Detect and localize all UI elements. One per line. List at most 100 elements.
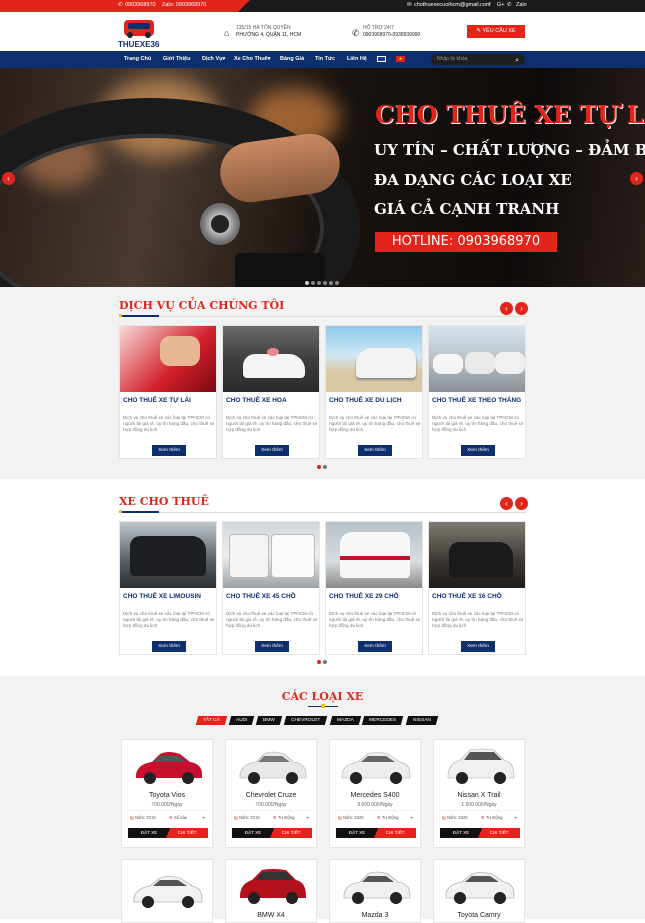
nav-about[interactable]: Giới Thiệu: [163, 56, 190, 62]
banner-line3: ĐA DẠNG CÁC LOẠI XE: [374, 171, 572, 189]
car-name[interactable]: Mazda 3: [330, 912, 420, 919]
book-car-button[interactable]: ĐẶT XE: [128, 828, 170, 838]
car-name[interactable]: Toyota Vios: [122, 792, 212, 799]
hotline-banner[interactable]: HOTLINE: 0903968970: [375, 232, 557, 252]
tab-bmw[interactable]: BMW: [256, 716, 283, 725]
support-label: HỖ TRỢ 24/7: [363, 25, 394, 31]
car-image: [341, 752, 411, 784]
read-more-button[interactable]: Xem thêm: [255, 445, 289, 456]
service-desc: Dịch vụ cho thuê xe các loại tại TPHCM c…: [432, 415, 524, 432]
top-email[interactable]: chothuexecuoihcm@gmail.com: [414, 2, 491, 8]
banner-prev-button[interactable]: ‹: [2, 172, 15, 185]
nav-pricing[interactable]: Bảng Giá: [280, 56, 304, 62]
service-card[interactable]: CHO THUÊ XE DU LỊCH Dịch vụ cho thuê xe …: [325, 325, 423, 459]
car-name[interactable]: Mercedes S400: [330, 792, 420, 799]
car-card[interactable]: Chevrolet Cruze 700.000/Ngày ▤ Năm: 2019…: [225, 739, 317, 848]
rental-title[interactable]: CHO THUÊ XE 45 CHỖ: [226, 593, 296, 600]
read-more-button[interactable]: Xem thêm: [255, 641, 289, 652]
request-car-button[interactable]: ✎ YÊU CẦU XE: [467, 25, 525, 38]
read-more-button[interactable]: Xem thêm: [358, 641, 392, 652]
car-name[interactable]: Toyota Camry: [434, 912, 524, 919]
rentals-title: XE CHO THUÊ: [119, 495, 209, 508]
car-card[interactable]: Toyota Vios 700.000/Ngày ▤ Năm: 2019 ⚙ S…: [121, 739, 213, 848]
banner-next-button[interactable]: ›: [630, 172, 643, 185]
tab-all[interactable]: TẤT CẢ: [195, 716, 228, 725]
rental-title[interactable]: CHO THUÊ XE LIMOUSIN: [123, 593, 201, 600]
calendar-icon: ▤: [130, 815, 134, 820]
read-more-button[interactable]: Xem thêm: [461, 445, 495, 456]
tab-mercedes[interactable]: MERCEDES: [362, 716, 404, 725]
tab-audi[interactable]: AUDI: [228, 716, 255, 725]
banner-dots[interactable]: [305, 281, 339, 285]
search-input[interactable]: Nhập từ khóa ⌕: [431, 54, 525, 65]
rentals-prev-button[interactable]: ‹: [500, 497, 513, 510]
car-card[interactable]: Nissan X Trail 1.500.000/Ngày ▤ Năm: 202…: [433, 739, 525, 848]
rental-title[interactable]: CHO THUÊ XE 29 CHỖ: [329, 593, 399, 600]
google-plus-icon[interactable]: G+: [497, 2, 505, 8]
car-detail-button[interactable]: CHI TIẾT: [166, 828, 208, 838]
car-card[interactable]: BMW X4: [225, 859, 317, 923]
top-zalo[interactable]: Zalo: 0903968970: [162, 2, 206, 8]
car-card[interactable]: Mercedes S400 9.000.000/Ngày ▤ Năm: 2020…: [329, 739, 421, 848]
service-card[interactable]: CHO THUÊ XE THEO THÁNG Dịch vụ cho thuê …: [428, 325, 526, 459]
tab-chevrolet[interactable]: CHEVROLET: [283, 716, 328, 725]
top-phone[interactable]: 0903968970: [125, 2, 156, 8]
logo-text: THUEXE365: [118, 40, 160, 49]
car-card[interactable]: Toyota Camry: [433, 859, 525, 923]
service-card[interactable]: CHO THUÊ XE TỰ LÁI Dịch vụ cho thuê xe c…: [119, 325, 217, 459]
service-title[interactable]: CHO THUÊ XE TỰ LÁI: [123, 397, 191, 404]
search-icon[interactable]: ⌕: [515, 55, 519, 66]
rentals-next-button[interactable]: ›: [515, 497, 528, 510]
book-car-button[interactable]: ĐẶT XE: [440, 828, 482, 838]
vietnam-flag-icon[interactable]: ★: [396, 56, 405, 62]
car-image: [239, 751, 307, 784]
car-card[interactable]: [121, 859, 213, 923]
rental-card[interactable]: CHO THUÊ XE 45 CHỖ Dịch vụ cho thuê xe c…: [222, 521, 320, 655]
book-car-button[interactable]: ĐẶT XE: [232, 828, 274, 838]
read-more-button[interactable]: Xem thêm: [461, 641, 495, 652]
read-more-button[interactable]: Xem thêm: [152, 445, 186, 456]
nav-rentals[interactable]: Xe Cho Thuê▾: [234, 56, 270, 62]
site-logo[interactable]: THUEXE365: [118, 16, 160, 49]
book-car-button[interactable]: ĐẶT XE: [336, 828, 378, 838]
car-detail-button[interactable]: CHI TIẾT: [374, 828, 416, 838]
rental-image: [223, 522, 319, 588]
services-next-button[interactable]: ›: [515, 302, 528, 315]
service-desc: Dịch vụ cho thuê xe các loại tại TPHCM c…: [329, 415, 421, 432]
phone-support-icon: ✆: [352, 28, 360, 38]
services-prev-button[interactable]: ‹: [500, 302, 513, 315]
watch-image: [200, 203, 240, 245]
car-name[interactable]: BMW X4: [226, 912, 316, 919]
nav-contact[interactable]: Liên Hệ: [347, 56, 367, 62]
tab-mazda[interactable]: MAZDA: [329, 716, 361, 725]
rental-desc: Dịch vụ cho thuê xe các loại tại TPHCM c…: [226, 611, 318, 628]
service-title[interactable]: CHO THUÊ XE DU LỊCH: [329, 397, 402, 404]
facebook-icon[interactable]: f: [489, 2, 491, 8]
english-flag-icon[interactable]: [377, 56, 386, 62]
top-bar: ✆ 0903968970 Zalo: 0903968970 ✉ chothuex…: [0, 0, 645, 12]
rentals-dots[interactable]: [317, 660, 327, 664]
tab-nissan[interactable]: NISSAN: [405, 716, 438, 725]
zalo-link[interactable]: Zalo: [516, 2, 527, 8]
car-name[interactable]: Chevrolet Cruze: [226, 792, 316, 799]
services-dots[interactable]: [317, 465, 327, 469]
service-title[interactable]: CHO THUÊ XE THEO THÁNG: [432, 397, 521, 404]
main-nav: Trang Chủ Giới Thiệu Dịch Vụ▾ Xe Cho Thu…: [0, 51, 645, 68]
car-detail-button[interactable]: CHI TIẾT: [270, 828, 312, 838]
read-more-button[interactable]: Xem thêm: [358, 445, 392, 456]
car-card[interactable]: Mazda 3: [329, 859, 421, 923]
car-detail-button[interactable]: CHI TIẾT: [478, 828, 520, 838]
rental-card[interactable]: CHO THUÊ XE 16 CHỖ Dịch vụ cho thuê xe c…: [428, 521, 526, 655]
rental-title[interactable]: CHO THUÊ XE 16 CHỖ: [432, 593, 502, 600]
read-more-button[interactable]: Xem thêm: [152, 641, 186, 652]
nav-services[interactable]: Dịch Vụ▾: [202, 56, 225, 62]
car-price: 1.500.000/Ngày: [461, 802, 497, 808]
seat-icon: ✦: [410, 815, 414, 820]
service-title[interactable]: CHO THUÊ XE HOA: [226, 397, 287, 404]
nav-news[interactable]: Tin Tức: [315, 56, 335, 62]
rental-card[interactable]: CHO THUÊ XE LIMOUSIN Dịch vụ cho thuê xe…: [119, 521, 217, 655]
service-card[interactable]: CHO THUÊ XE HOA Dịch vụ cho thuê xe các …: [222, 325, 320, 459]
car-name[interactable]: Nissan X Trail: [434, 792, 524, 799]
nav-home[interactable]: Trang Chủ: [124, 56, 151, 62]
rental-card[interactable]: CHO THUÊ XE 29 CHỖ Dịch vụ cho thuê xe c…: [325, 521, 423, 655]
